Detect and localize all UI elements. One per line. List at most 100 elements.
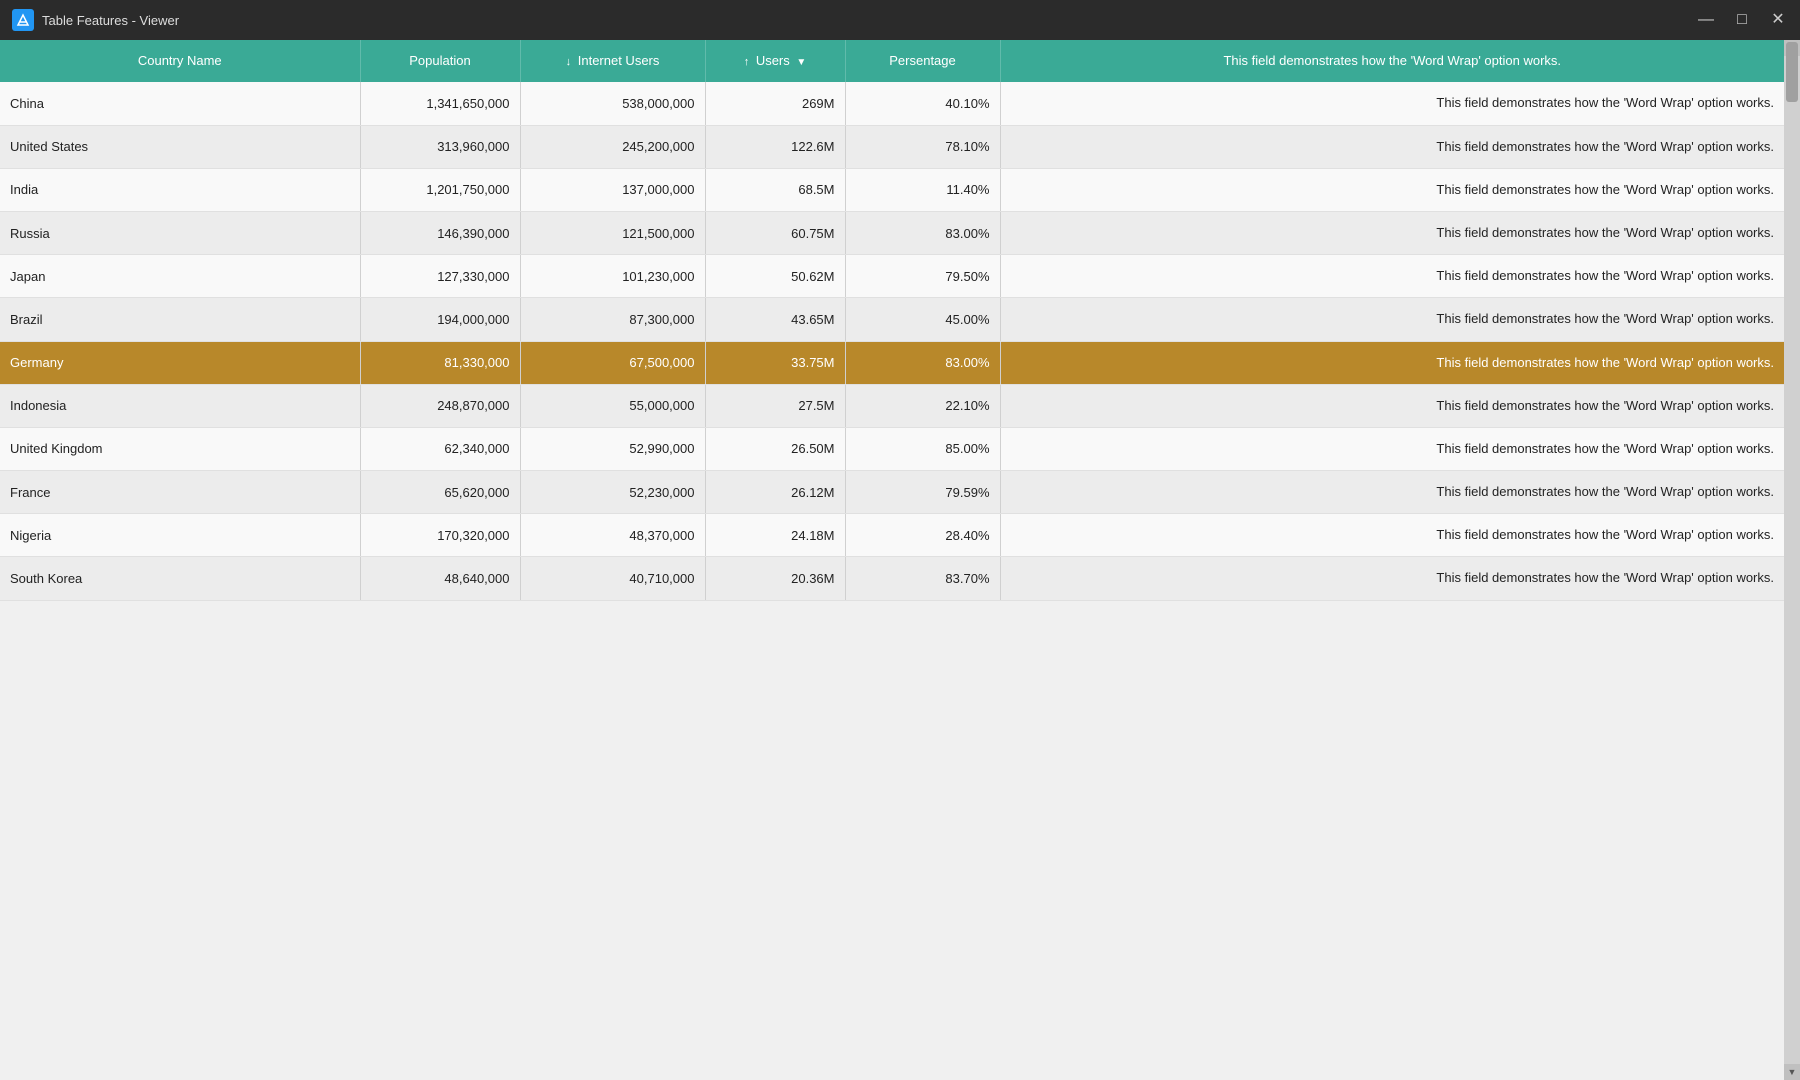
table-cell: This field demonstrates how the 'Word Wr… xyxy=(1000,255,1784,298)
table-row[interactable]: United Kingdom62,340,00052,990,00026.50M… xyxy=(0,427,1784,470)
table-row[interactable]: Russia146,390,000121,500,00060.75M83.00%… xyxy=(0,211,1784,254)
scrollbar-down-arrow[interactable]: ▼ xyxy=(1784,1064,1800,1080)
table-cell: France xyxy=(0,471,360,514)
table-cell: This field demonstrates how the 'Word Wr… xyxy=(1000,82,1784,125)
table-cell: 26.50M xyxy=(705,427,845,470)
table-cell: This field demonstrates how the 'Word Wr… xyxy=(1000,168,1784,211)
table-cell: 40.10% xyxy=(845,82,1000,125)
table-cell: 79.50% xyxy=(845,255,1000,298)
table-cell: This field demonstrates how the 'Word Wr… xyxy=(1000,427,1784,470)
table-cell: This field demonstrates how the 'Word Wr… xyxy=(1000,341,1784,384)
table-cell: Brazil xyxy=(0,298,360,341)
table-body: China1,341,650,000538,000,000269M40.10%T… xyxy=(0,82,1784,600)
table-cell: 122.6M xyxy=(705,125,845,168)
table-cell: 313,960,000 xyxy=(360,125,520,168)
table-row[interactable]: China1,341,650,000538,000,000269M40.10%T… xyxy=(0,82,1784,125)
table-row[interactable]: France65,620,00052,230,00026.12M79.59%Th… xyxy=(0,471,1784,514)
title-bar-left: Table Features - Viewer xyxy=(12,9,179,31)
table-cell: 68.5M xyxy=(705,168,845,211)
col-header-internet-users[interactable]: ↓ Internet Users xyxy=(520,40,705,82)
table-cell: Nigeria xyxy=(0,514,360,557)
table-cell: Indonesia xyxy=(0,384,360,427)
table-scroll-area[interactable]: Country Name Population ↓ Internet Users… xyxy=(0,40,1784,1080)
minimize-button[interactable]: — xyxy=(1696,12,1716,28)
table-cell: Japan xyxy=(0,255,360,298)
col-header-percentage[interactable]: Persentage xyxy=(845,40,1000,82)
table-cell: 27.5M xyxy=(705,384,845,427)
title-bar: Table Features - Viewer — □ ✕ xyxy=(0,0,1800,40)
dropdown-icon[interactable]: ▼ xyxy=(796,57,806,68)
table-cell: 78.10% xyxy=(845,125,1000,168)
table-cell: 269M xyxy=(705,82,845,125)
table-row[interactable]: Japan127,330,000101,230,00050.62M79.50%T… xyxy=(0,255,1784,298)
window-title: Table Features - Viewer xyxy=(42,13,179,28)
table-row[interactable]: India1,201,750,000137,000,00068.5M11.40%… xyxy=(0,168,1784,211)
table-row[interactable]: Indonesia248,870,00055,000,00027.5M22.10… xyxy=(0,384,1784,427)
table-cell: 65,620,000 xyxy=(360,471,520,514)
table-cell: 55,000,000 xyxy=(520,384,705,427)
table-cell: This field demonstrates how the 'Word Wr… xyxy=(1000,211,1784,254)
table-cell: 146,390,000 xyxy=(360,211,520,254)
table-cell: 33.75M xyxy=(705,341,845,384)
table-cell: United Kingdom xyxy=(0,427,360,470)
table-cell: Germany xyxy=(0,341,360,384)
table-cell: 87,300,000 xyxy=(520,298,705,341)
table-cell: 26.12M xyxy=(705,471,845,514)
table-cell: 50.62M xyxy=(705,255,845,298)
table-cell: 48,370,000 xyxy=(520,514,705,557)
sort-asc-icon: ↑ xyxy=(744,56,750,68)
table-cell: This field demonstrates how the 'Word Wr… xyxy=(1000,514,1784,557)
table-cell: 137,000,000 xyxy=(520,168,705,211)
table-cell: 43.65M xyxy=(705,298,845,341)
table-row[interactable]: South Korea48,640,00040,710,00020.36M83.… xyxy=(0,557,1784,600)
data-table: Country Name Population ↓ Internet Users… xyxy=(0,40,1784,601)
table-cell: 24.18M xyxy=(705,514,845,557)
table-cell: United States xyxy=(0,125,360,168)
table-cell: This field demonstrates how the 'Word Wr… xyxy=(1000,125,1784,168)
col-header-users[interactable]: ↑ Users ▼ xyxy=(705,40,845,82)
table-cell: This field demonstrates how the 'Word Wr… xyxy=(1000,298,1784,341)
app-logo xyxy=(12,9,34,31)
table-cell: 127,330,000 xyxy=(360,255,520,298)
close-button[interactable]: ✕ xyxy=(1768,12,1788,28)
scrollbar-thumb[interactable] xyxy=(1786,42,1798,102)
table-row[interactable]: Brazil194,000,00087,300,00043.65M45.00%T… xyxy=(0,298,1784,341)
table-cell: 45.00% xyxy=(845,298,1000,341)
table-cell: China xyxy=(0,82,360,125)
table-row[interactable]: Nigeria170,320,00048,370,00024.18M28.40%… xyxy=(0,514,1784,557)
table-cell: 121,500,000 xyxy=(520,211,705,254)
table-cell: 245,200,000 xyxy=(520,125,705,168)
table-cell: 248,870,000 xyxy=(360,384,520,427)
vertical-scrollbar[interactable]: ▲ ▼ xyxy=(1784,40,1800,1080)
col-header-population[interactable]: Population xyxy=(360,40,520,82)
table-cell: 194,000,000 xyxy=(360,298,520,341)
table-cell: 28.40% xyxy=(845,514,1000,557)
table-cell: 1,201,750,000 xyxy=(360,168,520,211)
table-cell: 538,000,000 xyxy=(520,82,705,125)
table-cell: 48,640,000 xyxy=(360,557,520,600)
table-cell: 81,330,000 xyxy=(360,341,520,384)
table-cell: 20.36M xyxy=(705,557,845,600)
col-header-word-wrap: This field demonstrates how the 'Word Wr… xyxy=(1000,40,1784,82)
table-cell: 101,230,000 xyxy=(520,255,705,298)
table-cell: 85.00% xyxy=(845,427,1000,470)
table-cell: 1,341,650,000 xyxy=(360,82,520,125)
table-row[interactable]: United States313,960,000245,200,000122.6… xyxy=(0,125,1784,168)
table-header-row: Country Name Population ↓ Internet Users… xyxy=(0,40,1784,82)
table-cell: 83.00% xyxy=(845,211,1000,254)
table-cell: This field demonstrates how the 'Word Wr… xyxy=(1000,471,1784,514)
table-cell: 67,500,000 xyxy=(520,341,705,384)
sort-desc-icon: ↓ xyxy=(566,56,572,68)
table-cell: 83.00% xyxy=(845,341,1000,384)
table-row[interactable]: Germany81,330,00067,500,00033.75M83.00%T… xyxy=(0,341,1784,384)
table-cell: 79.59% xyxy=(845,471,1000,514)
table-cell: India xyxy=(0,168,360,211)
table-container: Country Name Population ↓ Internet Users… xyxy=(0,40,1800,1080)
table-cell: This field demonstrates how the 'Word Wr… xyxy=(1000,384,1784,427)
table-cell: South Korea xyxy=(0,557,360,600)
table-cell: Russia xyxy=(0,211,360,254)
col-header-country[interactable]: Country Name xyxy=(0,40,360,82)
table-cell: 22.10% xyxy=(845,384,1000,427)
table-cell: 62,340,000 xyxy=(360,427,520,470)
maximize-button[interactable]: □ xyxy=(1732,12,1752,28)
